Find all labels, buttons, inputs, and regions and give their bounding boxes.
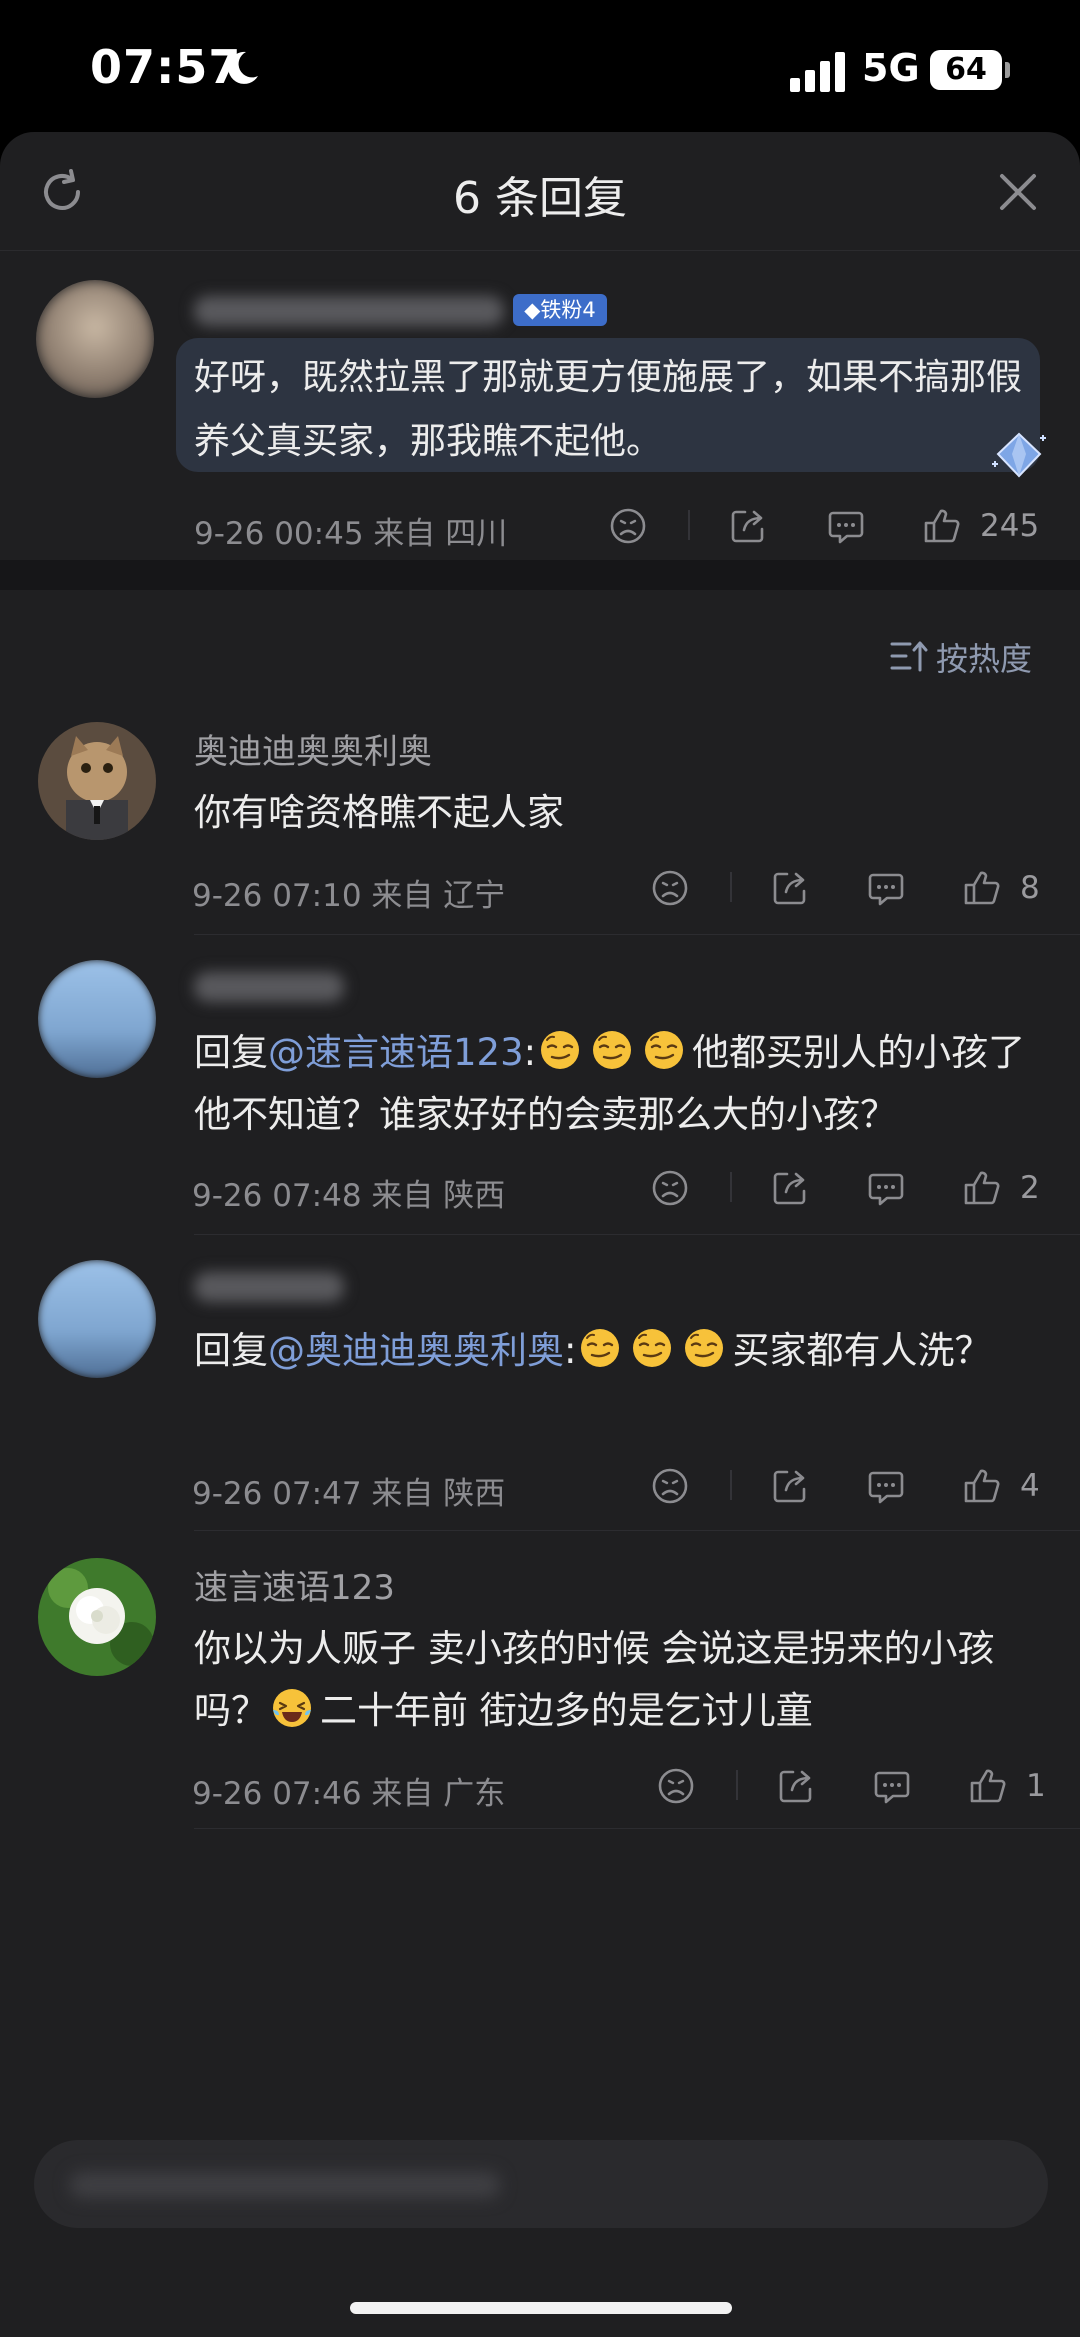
divider — [194, 1234, 1080, 1235]
divider — [730, 1470, 732, 1500]
share-icon[interactable] — [770, 868, 810, 908]
like-count: 1 — [1026, 1768, 1046, 1804]
frown-face-icon[interactable] — [650, 1466, 690, 1506]
home-indicator[interactable] — [350, 2302, 732, 2314]
divider — [194, 1828, 1080, 1829]
like-count: 2 — [1020, 1170, 1040, 1206]
sheet-title: 6 条回复 — [453, 173, 627, 224]
smirk-emoji-icon — [642, 1028, 686, 1072]
comment-bubble-icon[interactable] — [826, 506, 866, 546]
comment-bubble-icon[interactable] — [866, 868, 906, 908]
share-icon[interactable] — [770, 1466, 810, 1506]
reply-meta: 9-26 07:47 来自 陕西 — [192, 1476, 506, 1512]
reply-meta-row: 9-26 07:46 来自 广东 1 — [0, 1760, 1080, 1812]
sort-label: 按热度 — [936, 640, 1033, 678]
frown-face-icon[interactable] — [656, 1766, 696, 1806]
battery-tip — [1005, 62, 1010, 78]
divider — [730, 872, 732, 902]
reply-body-cont: 二十年前 街边多的是乞讨儿童 — [320, 1689, 813, 1732]
avatar[interactable] — [36, 280, 154, 398]
gem-decoration-icon — [992, 432, 1046, 478]
thumbs-up-icon[interactable] — [962, 868, 1002, 908]
avatar[interactable] — [38, 1558, 156, 1676]
divider — [194, 934, 1080, 935]
thumbs-up-icon[interactable] — [962, 1466, 1002, 1506]
comment-meta-row: 9-26 00:45 来自 四川 245 — [0, 500, 1080, 552]
smirk-emoji-icon — [590, 1028, 634, 1072]
comment-bubble-icon[interactable] — [872, 1766, 912, 1806]
moon-icon — [228, 51, 258, 84]
reply-meta: 9-26 07:10 来自 辽宁 — [192, 878, 506, 914]
close-icon[interactable] — [996, 170, 1040, 214]
reply-meta: 9-26 07:48 来自 陕西 — [192, 1178, 506, 1214]
reply-meta: 9-26 07:46 来自 广东 — [192, 1776, 506, 1812]
username-blurred[interactable] — [194, 296, 504, 326]
thumbs-up-icon[interactable] — [962, 1168, 1002, 1208]
section-divider — [0, 560, 1080, 590]
username[interactable]: 奥迪迪奥奥利奥 — [194, 724, 432, 773]
reply-text: 回复@奥迪迪奥奥利奥: 买家都有人洗？ — [194, 1320, 1054, 1382]
laugh-tears-emoji-icon — [270, 1686, 314, 1730]
network-label: 5G — [862, 46, 920, 90]
smirk-emoji-icon — [682, 1326, 726, 1370]
comment-text: 好呀，既然拉黑了那就更方便施展了，如果不搞那假养父真买家，那我瞧不起他。 — [194, 357, 1023, 462]
reply-text: 你有啥资格瞧不起人家 — [194, 791, 564, 834]
frown-face-icon[interactable] — [650, 868, 690, 908]
share-icon[interactable] — [728, 506, 768, 546]
sort-icon — [890, 641, 928, 672]
username-blurred[interactable] — [194, 1272, 344, 1302]
reply-prefix: 回复 — [194, 1329, 268, 1372]
frown-face-icon[interactable] — [650, 1168, 690, 1208]
reply-text: 回复@速言速语123: 他都买别人的小孩了他不知道？谁家好好的会卖那么大的小孩？ — [194, 1022, 1054, 1146]
thumbs-up-icon[interactable] — [968, 1766, 1008, 1806]
fan-badge-label: 铁粉4 — [540, 298, 596, 322]
mention-link[interactable]: @奥迪迪奥奥利奥 — [268, 1329, 564, 1372]
fan-badge: ◆铁粉4 — [513, 294, 607, 326]
divider — [688, 510, 690, 540]
share-icon[interactable] — [770, 1168, 810, 1208]
reply-text: 你以为人贩子 卖小孩的时候 会说这是拐来的小孩吗？ 二十年前 街边多的是乞讨儿童 — [194, 1618, 1054, 1742]
reply-prefix: 回复 — [194, 1031, 268, 1074]
username[interactable]: 速言速语123 — [194, 1560, 395, 1609]
comment-bubble-icon[interactable] — [866, 1168, 906, 1208]
sheet-header: 6 条回复 — [0, 132, 1080, 251]
status-time: 07:57 — [90, 40, 242, 94]
battery-icon: 64 — [930, 50, 1002, 90]
status-bar: 07:57 5G 64 — [0, 0, 1080, 132]
divider — [194, 1530, 1080, 1531]
battery-level: 64 — [945, 52, 987, 87]
avatar[interactable] — [38, 960, 156, 1078]
diamond-icon: ◆ — [524, 298, 541, 322]
smirk-emoji-icon — [630, 1326, 674, 1370]
reply-meta-row: 9-26 07:10 来自 辽宁 8 — [0, 862, 1080, 914]
reply-meta-row: 9-26 07:48 来自 陕西 2 — [0, 1162, 1080, 1214]
smirk-emoji-icon — [578, 1326, 622, 1370]
thumbs-up-icon[interactable] — [922, 506, 962, 546]
signal-icon — [790, 52, 845, 92]
like-count: 8 — [1020, 870, 1040, 906]
avatar[interactable] — [38, 1260, 156, 1378]
reply-body: 买家都有人洗？ — [732, 1329, 992, 1372]
avatar[interactable] — [38, 722, 156, 840]
comment-meta: 9-26 00:45 来自 四川 — [194, 516, 508, 552]
divider — [736, 1770, 738, 1800]
frown-face-icon[interactable] — [608, 506, 648, 546]
share-icon[interactable] — [776, 1766, 816, 1806]
smirk-emoji-icon — [538, 1028, 582, 1072]
like-count: 245 — [980, 508, 1040, 544]
username-blurred[interactable] — [194, 972, 344, 1002]
reply-input-placeholder-blurred — [70, 2172, 500, 2198]
comment-bubble-icon[interactable] — [866, 1466, 906, 1506]
divider — [730, 1172, 732, 1202]
reply-meta-row: 9-26 07:47 来自 陕西 4 — [0, 1460, 1080, 1512]
mention-colon: : — [564, 1329, 577, 1372]
mention-colon: : — [523, 1031, 537, 1074]
mention-link[interactable]: @速言速语123 — [268, 1031, 524, 1074]
like-count: 4 — [1020, 1468, 1040, 1504]
